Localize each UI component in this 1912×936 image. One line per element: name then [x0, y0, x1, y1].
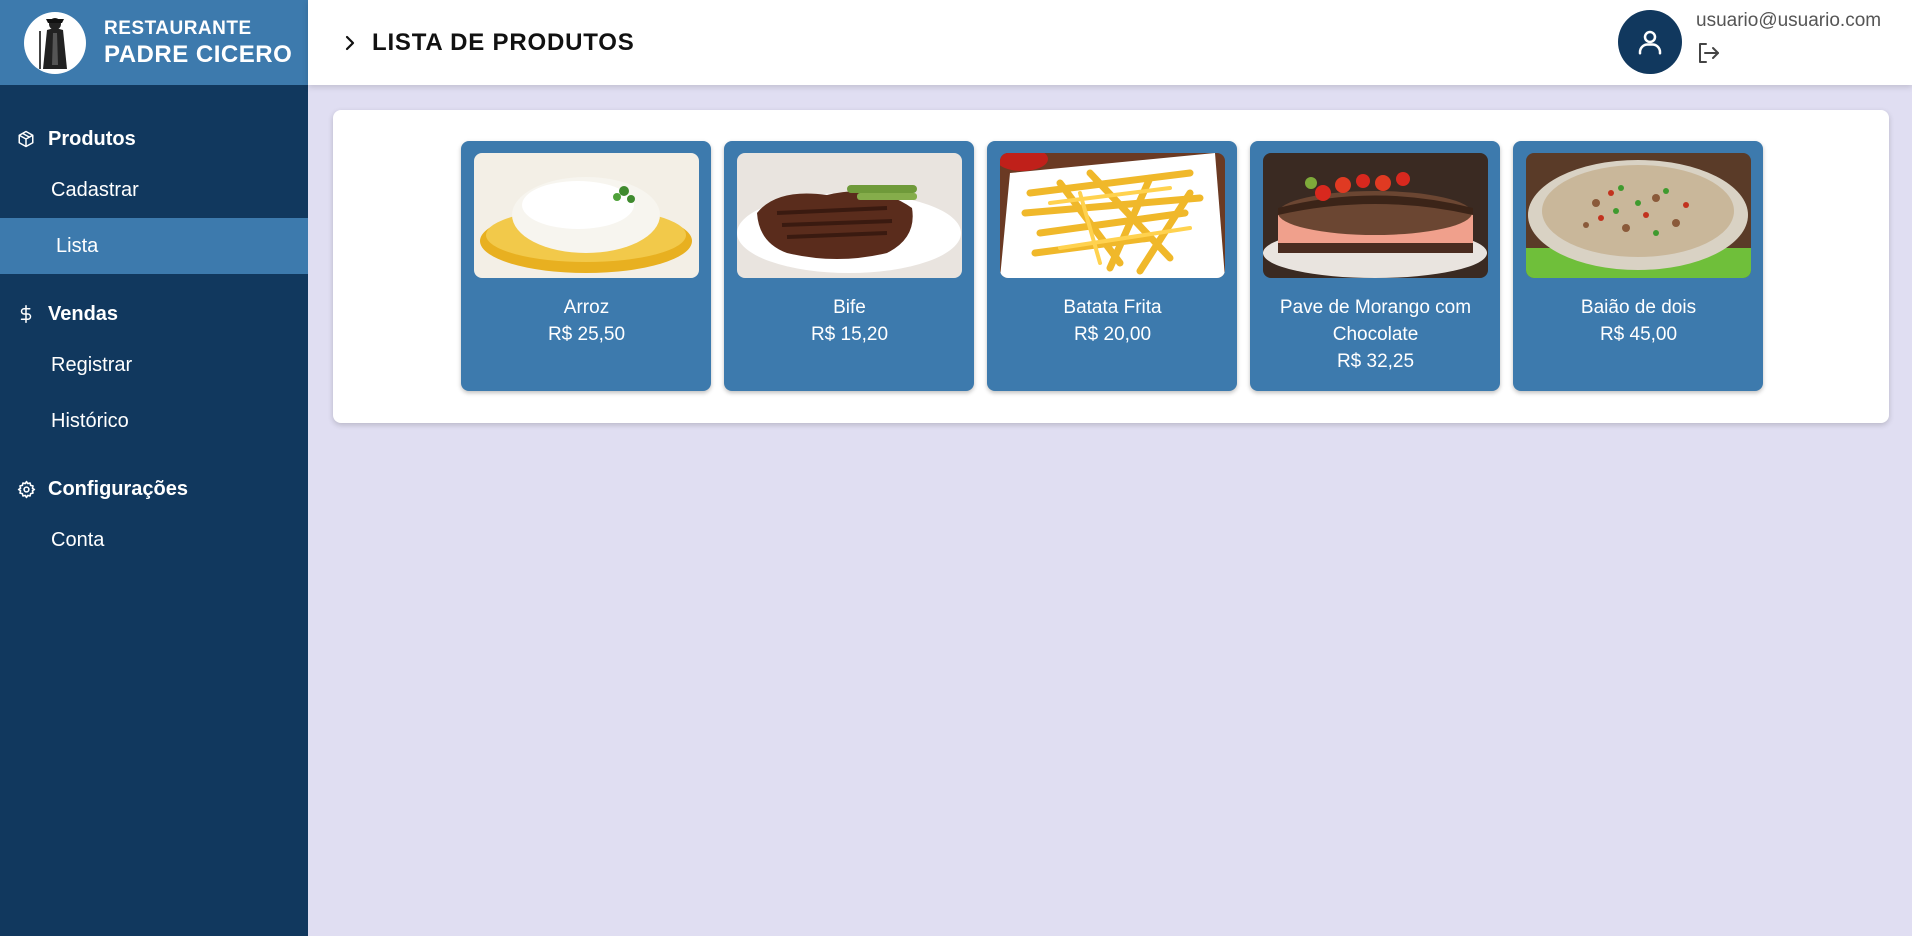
product-price: R$ 25,50: [547, 324, 626, 345]
nav-head-label: Produtos: [48, 127, 136, 150]
sidebar: RESTAURANTE PADRE CICERO Produtos Cadast…: [0, 0, 308, 936]
gear-icon: [16, 479, 36, 499]
chevron-right-icon[interactable]: [344, 34, 358, 52]
product-card[interactable]: Baião de dois R$ 45,00: [1513, 141, 1763, 391]
sidebar-item-lista[interactable]: Lista: [0, 218, 308, 274]
sidebar-item-cadastrar[interactable]: Cadastrar: [0, 162, 308, 218]
product-card[interactable]: Pave de Morango com Chocolate R$ 32,25: [1250, 141, 1500, 391]
user-area: usuario@usuario.com: [1618, 10, 1881, 74]
sidebar-item-label: Conta: [51, 528, 105, 551]
product-image-pave: [1263, 153, 1488, 278]
user-avatar[interactable]: [1618, 10, 1682, 74]
product-name: Pave de Morango com Chocolate: [1279, 297, 1472, 345]
product-image-bife: [737, 153, 962, 278]
nav-head-label: Vendas: [48, 302, 119, 325]
product-price: R$ 15,20: [810, 324, 889, 345]
user-email: usuario@usuario.com: [1696, 10, 1882, 31]
product-name: Batata Frita: [1063, 297, 1162, 318]
nav-head-vendas[interactable]: Vendas: [0, 298, 308, 330]
product-price: R$ 20,00: [1073, 324, 1152, 345]
sidebar-item-label: Cadastrar: [51, 178, 139, 201]
nav-section-vendas: Vendas Registrar Histórico: [0, 298, 308, 449]
restaurant-logo: [24, 11, 86, 74]
product-grid: Arroz R$ 25,50 Bife R$ 15,20 Batata Frit…: [461, 141, 1763, 391]
product-image-baiao-de-dois: [1526, 153, 1751, 278]
product-price: R$ 32,25: [1336, 351, 1415, 372]
product-name: Arroz: [563, 297, 610, 318]
nav-head-configuracoes[interactable]: Configurações: [0, 473, 308, 505]
sidebar-item-historico[interactable]: Histórico: [0, 393, 308, 449]
sidebar-item-label: Lista: [56, 234, 99, 257]
nav-head-label: Configurações: [48, 477, 189, 500]
product-price: R$ 45,00: [1599, 324, 1678, 345]
logout-icon[interactable]: [1696, 41, 1722, 65]
dollar-icon: [16, 304, 36, 324]
sidebar-item-registrar[interactable]: Registrar: [0, 337, 308, 393]
product-card[interactable]: Batata Frita R$ 20,00: [987, 141, 1237, 391]
nav-section-configuracoes: Configurações Conta: [0, 473, 308, 568]
product-card[interactable]: Bife R$ 15,20: [724, 141, 974, 391]
user-icon: [1638, 30, 1662, 55]
nav-head-produtos[interactable]: Produtos: [0, 123, 308, 155]
product-list-panel: Arroz R$ 25,50 Bife R$ 15,20 Batata Frit…: [333, 110, 1889, 423]
product-card[interactable]: Arroz R$ 25,50: [461, 141, 711, 391]
product-image-batata-frita: [1000, 153, 1225, 278]
brand-line2: PADRE CICERO: [104, 40, 293, 68]
top-header: LISTA DE PRODUTOS usuario@usuario.com: [308, 0, 1912, 85]
product-name: Bife: [833, 297, 866, 318]
brand-line1: RESTAURANTE: [104, 17, 252, 39]
brand[interactable]: RESTAURANTE PADRE CICERO: [0, 0, 308, 85]
page-title: LISTA DE PRODUTOS: [372, 28, 635, 56]
box-icon: [16, 129, 36, 149]
sidebar-item-label: Histórico: [51, 409, 129, 432]
nav-section-produtos: Produtos Cadastrar Lista: [0, 123, 308, 274]
product-image-arroz: [474, 153, 699, 278]
sidebar-item-conta[interactable]: Conta: [0, 512, 308, 568]
product-name: Baião de dois: [1580, 297, 1697, 318]
sidebar-item-label: Registrar: [51, 353, 133, 376]
